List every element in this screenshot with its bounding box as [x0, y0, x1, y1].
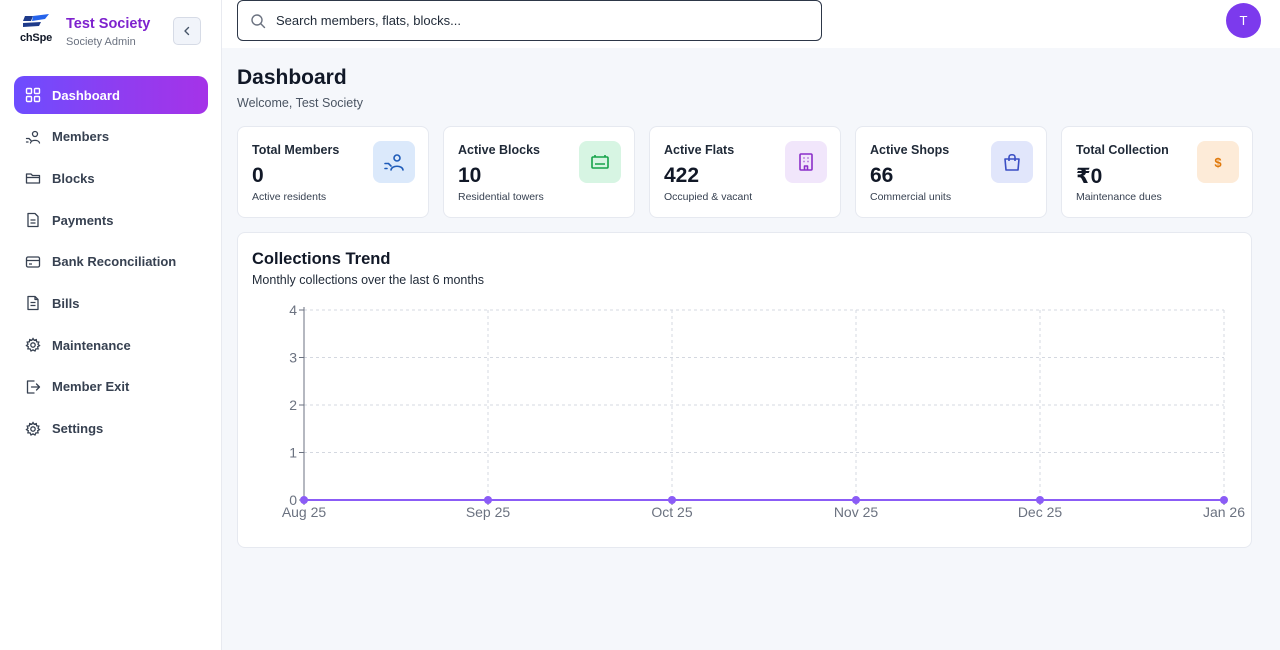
- logo-text: chSpe: [20, 32, 53, 44]
- sidebar-item-label: Dashboard: [52, 87, 120, 103]
- stat-card-active-shops: Active Shops 66 Commercial units: [855, 126, 1047, 218]
- grid-icon: [25, 87, 41, 103]
- y-tick-label: 4: [289, 302, 297, 318]
- data-point: [668, 496, 676, 504]
- x-tick-label: Sep 25: [466, 504, 511, 520]
- stat-card-value: 66: [870, 164, 894, 187]
- document-icon: [25, 212, 41, 228]
- sidebar-item-bills[interactable]: Bills: [14, 284, 208, 322]
- y-tick-label: 2: [289, 397, 297, 413]
- topbar: T: [222, 0, 1280, 48]
- stat-card-title: Active Shops: [870, 143, 950, 157]
- x-tick-label: Aug 25: [282, 504, 327, 520]
- dollar-icon: $: [1197, 141, 1239, 183]
- gear-icon: [25, 337, 41, 353]
- sidebar-item-maintenance[interactable]: Maintenance: [14, 326, 208, 364]
- sidebar-item-label: Settings: [52, 421, 104, 436]
- sidebar-item-members[interactable]: Members: [14, 118, 208, 156]
- stat-card-subtitle: Residential towers: [458, 191, 544, 203]
- sidebar-nav: Dashboard Members Blocks Payments Bank R…: [14, 76, 208, 451]
- stat-card-total-collection: Total Collection ₹0 Maintenance dues $: [1061, 126, 1253, 218]
- stat-card-total-members: Total Members 0 Active residents: [237, 126, 429, 218]
- credit-card-icon: [25, 254, 41, 270]
- collections-trend-chart: 01234Aug 25 Sep 25 Oct 25 Nov 25 Dec 25 Jan 2…: [282, 302, 1245, 520]
- stat-card-subtitle: Maintenance dues: [1076, 191, 1162, 203]
- collapse-sidebar-button[interactable]: [173, 17, 201, 45]
- x-tick-label: Oct 25: [651, 504, 692, 520]
- data-point: [300, 496, 308, 504]
- x-tick-label: Dec 25: [1018, 504, 1063, 520]
- sidebar-item-label: Members: [52, 129, 110, 145]
- logo-mark-icon: [23, 14, 49, 27]
- members-icon: [25, 129, 41, 145]
- sidebar-item-blocks[interactable]: Blocks: [14, 159, 208, 197]
- sidebar-item-label: Bills: [52, 295, 80, 311]
- stat-card-title: Active Blocks: [458, 143, 540, 157]
- page-title: Dashboard: [237, 66, 347, 89]
- y-tick-label: 3: [289, 350, 297, 366]
- x-tick-label: Jan 26: [1203, 504, 1245, 520]
- settings-icon: [25, 420, 41, 437]
- shopping-bag-icon: [991, 141, 1033, 183]
- building-icon: [785, 141, 827, 183]
- search-input[interactable]: [276, 13, 796, 28]
- stat-card-value: 0: [252, 164, 264, 187]
- search-icon: [251, 13, 266, 28]
- tower-icon: [579, 141, 621, 183]
- sidebar-item-dashboard[interactable]: Dashboard: [14, 76, 208, 114]
- sidebar-item-settings[interactable]: Settings: [14, 410, 208, 448]
- stat-card-value: 422: [664, 164, 700, 187]
- brand-role: Society Admin: [66, 36, 136, 48]
- log-out-icon: [25, 379, 41, 395]
- chevron-left-icon: [184, 26, 190, 36]
- stat-card-active-flats: Active Flats 422 Occupied & vacant: [649, 126, 841, 218]
- x-tick-label: Nov 25: [834, 504, 879, 520]
- stat-card-title: Active Flats: [664, 143, 735, 157]
- sidebar-item-label: Member Exit: [52, 379, 130, 395]
- stat-card-value: 10: [458, 164, 482, 187]
- sidebar-item-member-exit[interactable]: Member Exit: [14, 368, 208, 406]
- brand-name: Test Society: [66, 16, 151, 32]
- page-subtitle: Welcome, Test Society: [237, 96, 363, 110]
- stat-card-value: ₹0: [1076, 165, 1103, 188]
- stat-card-active-blocks: Active Blocks 10 Residential towers: [443, 126, 635, 218]
- search-box[interactable]: [237, 0, 822, 41]
- collections-trend-card: Collections Trend Monthly collections ov…: [237, 232, 1252, 548]
- stat-card-subtitle: Commercial units: [870, 191, 952, 203]
- brand-logo: chSpe: [20, 14, 58, 50]
- stat-card-title: Total Members: [252, 143, 340, 157]
- data-point: [852, 496, 860, 504]
- sidebar-item-label: Bank Reconciliation: [52, 254, 177, 270]
- stat-card-title: Total Collection: [1076, 143, 1169, 157]
- avatar[interactable]: T: [1226, 3, 1261, 38]
- data-point: [1036, 496, 1044, 504]
- stat-card-subtitle: Active residents: [252, 191, 327, 203]
- sidebar: chSpe Test Society Society Admin Dashboa…: [0, 0, 222, 650]
- sidebar-item-bank-reconciliation[interactable]: Bank Reconciliation: [14, 243, 208, 281]
- sidebar-item-payments[interactable]: Payments: [14, 201, 208, 239]
- members-icon: [373, 141, 415, 183]
- data-point: [484, 496, 492, 504]
- sidebar-item-label: Maintenance: [52, 337, 131, 353]
- y-tick-label: 1: [289, 445, 297, 461]
- data-point: [1220, 496, 1228, 504]
- folder-icon: [25, 170, 41, 186]
- stat-card-subtitle: Occupied & vacant: [664, 191, 753, 203]
- sidebar-item-label: Blocks: [52, 170, 95, 186]
- file-text-icon: [25, 295, 41, 311]
- sidebar-item-label: Payments: [52, 212, 114, 228]
